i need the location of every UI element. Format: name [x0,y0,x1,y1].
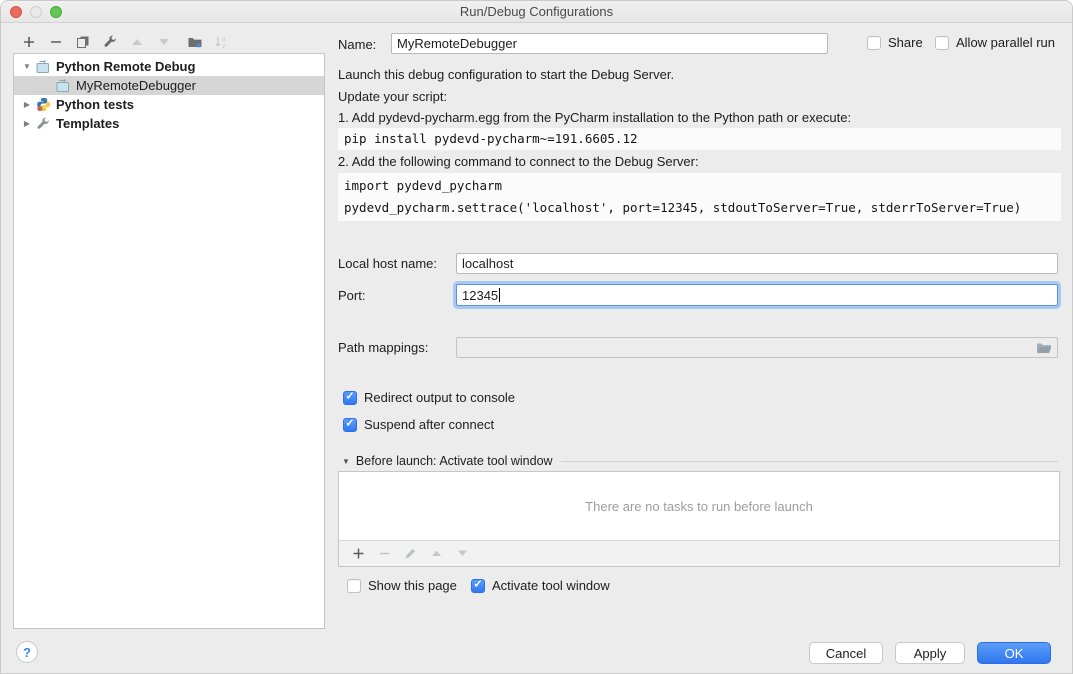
apply-button[interactable]: Apply [895,642,965,664]
collapse-arrow-icon[interactable]: ▶ [22,100,32,109]
tree-item-label: Python tests [56,97,134,112]
configuration-editor: Name: MyRemoteDebugger Share Allow paral… [338,23,1061,631]
activate-tool-window-checkbox[interactable]: ✓ [471,579,485,593]
text-caret [499,288,500,302]
svg-text:z: z [222,43,225,49]
redirect-output-label: Redirect output to console [364,390,515,405]
name-input[interactable]: MyRemoteDebugger [391,33,828,54]
edit-templates-wrench-icon[interactable] [96,31,123,53]
local-host-name-input[interactable]: localhost [456,253,1058,274]
tree-item-python-remote-debug[interactable]: ▼ Python Remote Debug [14,57,324,76]
tree-item-python-tests[interactable]: ▶ Python tests [14,95,324,114]
share-label: Share [888,35,923,50]
port-input[interactable]: 12345 [456,284,1058,306]
settrace-code-line-1: import pydevd_pycharm [344,178,502,193]
show-this-page-checkbox[interactable] [347,579,361,593]
remove-task-icon[interactable] [371,543,397,565]
browse-folder-icon[interactable] [1036,341,1052,354]
remote-debug-config-icon [56,78,72,93]
titlebar: Run/Debug Configurations [1,1,1072,23]
remove-configuration-icon[interactable] [42,31,69,53]
suspend-after-connect-label: Suspend after connect [364,417,494,432]
add-task-icon[interactable] [345,543,371,565]
port-value: 12345 [462,288,498,303]
intro-line-2: Update your script: [338,89,447,104]
pip-install-code: pip install pydevd-pycharm~=191.6605.12 [338,128,1061,150]
tasks-toolbar [339,540,1059,566]
show-this-page-label: Show this page [368,578,457,593]
suspend-after-connect-checkbox[interactable]: ✓ [343,418,357,432]
name-input-value: MyRemoteDebugger [397,36,517,51]
path-mappings-label: Path mappings: [338,340,428,355]
activate-tool-window-label: Activate tool window [492,578,610,593]
tree-item-templates[interactable]: ▶ Templates [14,114,324,133]
new-folder-icon[interactable] [181,31,208,53]
before-launch-title: Before launch: Activate tool window [356,454,553,468]
sort-configurations-icon[interactable]: az [208,31,235,53]
configurations-tree: ▼ Python Remote Debug MyRemoteDebugger ▶ [13,53,325,629]
allow-parallel-run-checkbox-row: Allow parallel run [935,35,1055,50]
redirect-output-row: ✓ Redirect output to console [343,390,515,405]
tasks-empty-text: There are no tasks to run before launch [585,499,813,514]
python-tests-icon [36,97,52,112]
remote-debug-config-icon [36,59,52,74]
tasks-empty-area: There are no tasks to run before launch [339,472,1059,540]
step-1-text: 1. Add pydevd-pycharm.egg from the PyCha… [338,110,851,125]
ok-button[interactable]: OK [977,642,1051,664]
activate-tool-window-row: ✓ Activate tool window [471,578,610,593]
local-host-name-label: Local host name: [338,256,437,271]
edit-task-pencil-icon[interactable] [397,543,423,565]
allow-parallel-run-label: Allow parallel run [956,35,1055,50]
step-2-text: 2. Add the following command to connect … [338,154,699,169]
run-debug-configurations-dialog: Run/Debug Configurations az [0,0,1073,674]
tree-item-label: MyRemoteDebugger [76,78,196,93]
expand-arrow-icon[interactable]: ▼ [22,62,32,71]
redirect-output-checkbox[interactable]: ✓ [343,391,357,405]
show-this-page-row: Show this page [347,578,457,593]
add-configuration-icon[interactable] [15,31,42,53]
move-task-up-icon[interactable] [423,543,449,565]
port-label: Port: [338,288,365,303]
templates-wrench-icon [36,116,52,131]
before-launch-tasks-panel: There are no tasks to run before launch [338,471,1060,567]
intro-line-1: Launch this debug configuration to start… [338,67,674,82]
share-checkbox-row: Share [867,35,923,50]
tree-item-myremotedebugger[interactable]: MyRemoteDebugger [14,76,324,95]
tree-item-label: Python Remote Debug [56,59,195,74]
local-host-name-value: localhost [462,256,513,271]
allow-parallel-run-checkbox[interactable] [935,36,949,50]
collapse-arrow-icon[interactable]: ▶ [22,119,32,128]
window-title: Run/Debug Configurations [1,4,1072,19]
settrace-code-line-2: pydevd_pycharm.settrace('localhost', por… [344,200,1021,215]
collapse-section-icon[interactable]: ▼ [342,457,350,466]
cancel-button[interactable]: Cancel [809,642,883,664]
configurations-toolbar: az [15,31,235,53]
move-up-icon[interactable] [123,31,150,53]
svg-text:a: a [222,36,226,43]
section-separator [561,461,1058,462]
name-label: Name: [338,37,376,52]
before-launch-header[interactable]: ▼ Before launch: Activate tool window [342,454,1058,468]
move-down-icon[interactable] [150,31,177,53]
copy-configuration-icon[interactable] [69,31,96,53]
share-checkbox[interactable] [867,36,881,50]
move-task-down-icon[interactable] [449,543,475,565]
settrace-code: import pydevd_pycharm pydevd_pycharm.sett… [338,173,1061,221]
help-button[interactable]: ? [16,641,38,663]
suspend-after-connect-row: ✓ Suspend after connect [343,417,494,432]
path-mappings-input[interactable] [456,337,1058,358]
tree-item-label: Templates [56,116,119,131]
